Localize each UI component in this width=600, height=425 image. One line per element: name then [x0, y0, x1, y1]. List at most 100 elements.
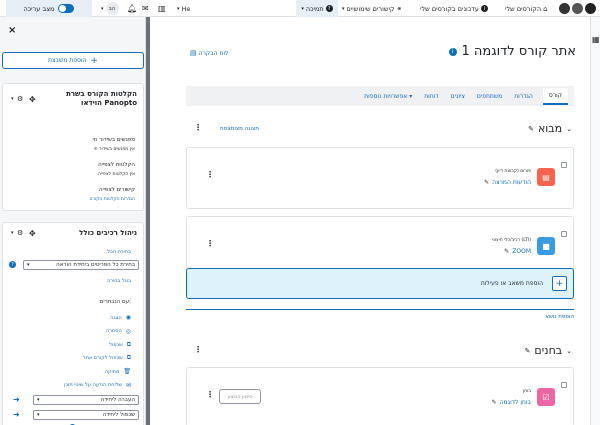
tab-participants[interactable]: משתתפים: [475, 89, 504, 104]
move-icon[interactable]: ✥: [29, 229, 36, 238]
activity-menu-button[interactable]: ⋮: [206, 239, 214, 248]
section-header-quizzes: ✎ בחנים ⌄: [525, 344, 572, 357]
section-title: מבוא: [537, 122, 563, 135]
bulk-action-item[interactable]: ◎ הסתרה: [11, 325, 131, 339]
preview-link[interactable]: תצוגה מצומצמת: [220, 126, 259, 132]
info-icon[interactable]: i: [448, 47, 457, 56]
copy-course-icon: ⧉: [126, 354, 131, 362]
arrow-right-icon[interactable]: ➜: [13, 410, 20, 419]
move-icon[interactable]: ✥: [29, 95, 36, 104]
arrow-right-icon[interactable]: ➜: [13, 395, 20, 404]
eye-icon: ◉: [125, 314, 131, 322]
recordings-empty: אין הקלטות לצפייה: [98, 172, 135, 177]
plus-icon: +: [90, 55, 98, 66]
edit-pencil-icon[interactable]: ✎: [528, 125, 534, 133]
right-drawer-strip: ▦: [590, 17, 600, 425]
edit-mode-label: מצב עריכה: [23, 4, 55, 13]
move-to-section-select[interactable]: העברה ליחידה ▾: [33, 395, 139, 405]
reports-button[interactable]: ▥: [158, 0, 166, 17]
tab-reports[interactable]: דוחות: [422, 89, 440, 104]
my-courses-link[interactable]: הקורסים שלי ⌂: [505, 0, 548, 17]
messages-button[interactable]: ✉: [142, 0, 149, 17]
chevron-down-icon[interactable]: ⌄: [566, 125, 572, 133]
section-menu-button[interactable]: ⋮: [194, 345, 202, 354]
activity-checkbox[interactable]: [561, 382, 567, 388]
course-updates-label: עדכונים בקורסים שלי: [420, 4, 479, 13]
bulk-action-item[interactable]: ◉ הצגה: [11, 311, 131, 325]
block-drawer: × הוספת משבצת + הקלטות הקורס בשרת הוידאו…: [0, 17, 146, 425]
bulk-action-item[interactable]: ⧉ שכפול: [11, 338, 131, 352]
user-initials: הב: [105, 2, 119, 15]
grid-icon[interactable]: ▦: [592, 35, 600, 44]
eye-slash-icon: ◎: [125, 327, 131, 335]
edit-mode-toggle[interactable]: מצב עריכה: [6, 0, 92, 17]
drawer-close-button[interactable]: ×: [8, 25, 16, 36]
add-activity-button[interactable]: + הוספת משאב או פעילות: [186, 268, 574, 299]
chevron-down-icon[interactable]: ▾: [11, 96, 14, 102]
copy-to-section-select[interactable]: שכפול ליחידה ▾: [33, 410, 139, 420]
useful-links-label: קישורים שימושיים: [346, 4, 395, 13]
with-selected-label: עם הנבחרים:: [99, 299, 131, 305]
section-menu-button[interactable]: ⋮: [194, 123, 202, 132]
activity-checkbox[interactable]: [561, 231, 567, 237]
chevron-down-icon[interactable]: ▾: [11, 230, 14, 236]
tab-course[interactable]: קורס: [542, 87, 568, 105]
plus-icon: +: [552, 276, 567, 291]
video-camera-icon: ■: [537, 237, 555, 255]
tab-grades[interactable]: ציונים: [449, 89, 467, 104]
cancel-selection-link[interactable]: בטל בחירה: [107, 278, 131, 284]
add-block-button[interactable]: הוספת משבצת +: [2, 52, 144, 69]
chevron-down-icon: ▾: [301, 5, 304, 12]
activity-checkbox[interactable]: [561, 162, 567, 168]
top-navbar: הקורסים שלי ⌂ עדכונים בקורסים שלי i ▾ קי…: [0, 0, 600, 17]
section-select[interactable]: בחירת כל הפריטים ביחידת הוראה ▾: [23, 260, 139, 270]
edit-pencil-icon[interactable]: ✎: [525, 347, 531, 355]
main-content: ▤ לוח הבקרה i אתר קורס לדוגמה 1 קורס הגד…: [150, 17, 590, 425]
trash-icon: 🗑︎: [123, 368, 131, 376]
support-label: תמיכה: [305, 4, 324, 13]
activity-menu-button[interactable]: ⋮: [206, 390, 214, 399]
course-recording-settings-link[interactable]: הגדרות הקלטות הקורס: [90, 197, 135, 202]
help-icon[interactable]: ?: [9, 261, 16, 268]
activity-name-link[interactable]: ✎ בוחן לדוגמה: [492, 399, 531, 406]
add-topic-link[interactable]: הוספת נושא: [545, 314, 574, 320]
support-menu[interactable]: ▾ תמיכה ?: [296, 0, 338, 17]
page-title: i אתר קורס לדוגמה 1: [448, 44, 576, 59]
my-courses-label: הקורסים שלי: [505, 4, 542, 13]
logo-group: [559, 0, 596, 17]
chevron-down-icon: ▾: [37, 412, 40, 418]
chevron-down-icon: ▾: [177, 5, 180, 12]
edit-pencil-icon[interactable]: ✎: [492, 399, 497, 406]
toggle-switch[interactable]: [58, 4, 75, 13]
chevron-down-icon: ▾: [37, 397, 40, 403]
gear-icon[interactable]: ⚙: [17, 95, 23, 103]
activity-name-link[interactable]: ✎ הודעות המרצה: [484, 179, 531, 186]
bulk-action-item[interactable]: 🗑︎ מחיקה: [11, 365, 131, 379]
logo-icon: [559, 3, 570, 14]
tab-settings[interactable]: הגדרות: [512, 89, 535, 104]
select-all-link[interactable]: בחירת הכל: [107, 249, 131, 255]
activity-quiz[interactable]: ☑ בוחן ✎ בוחן לדוגמה סימון כבוצע ⋮: [186, 367, 574, 425]
gear-icon[interactable]: ⚙: [17, 229, 23, 237]
useful-links-menu[interactable]: ▾ קישורים שימושיים ⚭: [342, 0, 402, 17]
activity-name-link[interactable]: ✎ ZOOM: [504, 248, 531, 255]
activity-menu-button[interactable]: ⋮: [206, 170, 214, 179]
tab-more[interactable]: אפשרויות נוספות ▾: [362, 89, 414, 104]
edit-pencil-icon[interactable]: ✎: [484, 179, 489, 186]
activity-forum[interactable]: ▤ פורום (קבוצת דיון) ✎ הודעות המרצה ⋮: [186, 147, 574, 209]
dashboard-link[interactable]: ▤ לוח הבקרה: [190, 49, 228, 57]
university-logo-icon: [585, 3, 596, 14]
user-menu[interactable]: ▾ הב: [101, 0, 119, 17]
link-icon: ⚭: [396, 4, 403, 13]
chevron-down-icon: ▾: [27, 262, 30, 268]
bulk-action-item[interactable]: ✉ שליחת הודעה על שינוי תוכן: [11, 379, 131, 393]
logo-icon-2: [572, 3, 583, 14]
chevron-down-icon[interactable]: ⌄: [566, 347, 572, 355]
edit-pencil-icon[interactable]: ✎: [504, 248, 509, 255]
bulk-action-item[interactable]: ⧉ שכפול לקורס אחר: [11, 352, 131, 366]
course-updates-link[interactable]: עדכונים בקורסים שלי i: [420, 0, 488, 17]
language-menu[interactable]: ▾ He: [177, 0, 190, 17]
mark-done-button[interactable]: סימון כבוצע: [219, 389, 261, 404]
section-title: בחנים: [534, 344, 563, 357]
notifications-button[interactable]: 🔔︎: [127, 0, 137, 17]
